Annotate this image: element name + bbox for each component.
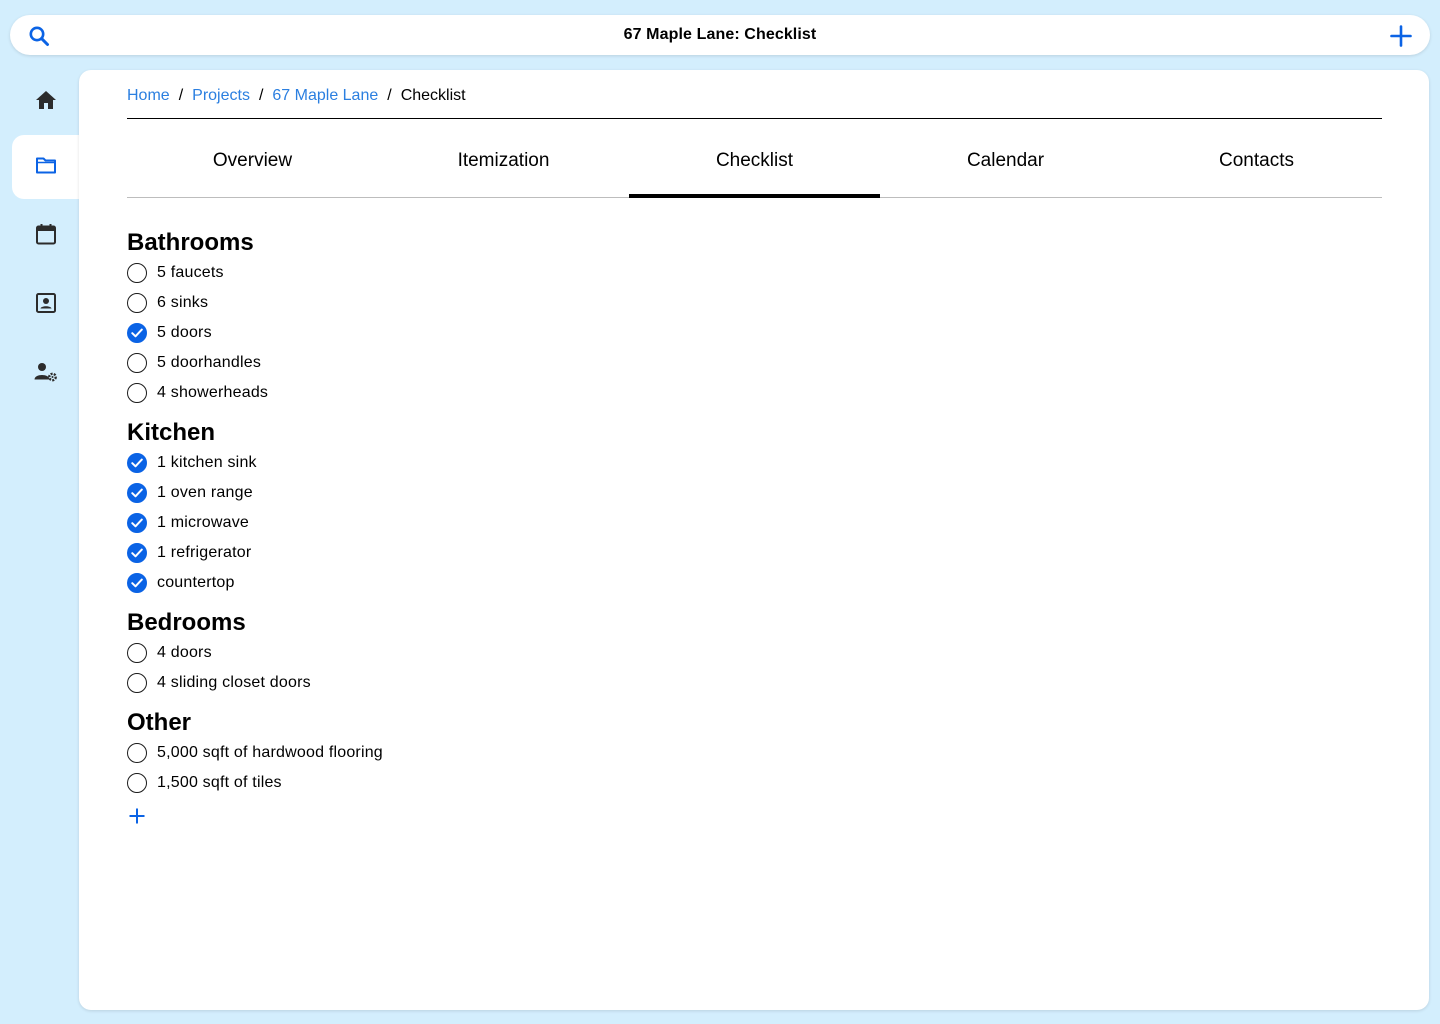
checklist-item[interactable]: 6 sinks	[127, 288, 383, 318]
calendar-icon	[34, 222, 58, 251]
checklist-item-label: 5,000 sqft of hardwood flooring	[157, 744, 383, 761]
checklist: Bathrooms 5 faucets 6 sinks 5 doors 5 doorha…	[127, 228, 383, 826]
folder-icon	[34, 153, 58, 182]
breadcrumb: Home / Projects / 67 Maple Lane / Checkl…	[127, 86, 466, 106]
breadcrumb-separator: /	[258, 87, 264, 104]
tab-bar: Overview Itemization Checklist Calendar …	[127, 130, 1382, 198]
checklist-item-label: 5 faucets	[157, 264, 224, 281]
breadcrumb-separator: /	[387, 87, 392, 104]
checklist-item-label: 5 doorhandles	[157, 354, 262, 371]
contact-card-icon	[34, 291, 58, 320]
tab-checklist[interactable]: Checklist	[629, 130, 880, 198]
section-title: Kitchen	[127, 419, 216, 446]
checklist-section: Other 5,000 sqft of hardwood flooring 1,50…	[127, 708, 383, 798]
checklist-item[interactable]: 1 refrigerator	[127, 538, 383, 568]
checklist-item-label: 1 refrigerator	[157, 544, 252, 561]
unchecked-circle-icon[interactable]	[127, 673, 147, 693]
checklist-item-label: 1,500 sqft of tiles	[157, 774, 282, 791]
checked-circle-icon[interactable]	[127, 323, 147, 343]
unchecked-circle-icon[interactable]	[127, 743, 147, 763]
checklist-section: Kitchen 1 kitchen sink 1 oven range 1 micro…	[127, 418, 383, 598]
checklist-item-label: 4 doors	[157, 644, 212, 661]
top-bar: 67 Maple Lane: Checklist	[10, 15, 1430, 55]
checklist-item[interactable]: 1 oven range	[127, 478, 383, 508]
unchecked-circle-icon[interactable]	[127, 263, 147, 283]
divider	[127, 118, 1382, 119]
breadcrumb-home[interactable]: Home	[127, 87, 170, 105]
user-settings-icon	[33, 360, 59, 389]
plus-icon[interactable]	[127, 806, 147, 826]
tab-overview[interactable]: Overview	[127, 130, 378, 197]
checklist-item[interactable]: 5,000 sqft of hardwood flooring	[127, 738, 383, 768]
tab-itemization[interactable]: Itemization	[378, 130, 629, 197]
checked-circle-icon[interactable]	[127, 513, 147, 533]
home-icon	[34, 88, 58, 117]
nav-item-projects[interactable]	[12, 135, 80, 199]
tab-calendar[interactable]: Calendar	[880, 130, 1131, 197]
unchecked-circle-icon[interactable]	[127, 293, 147, 313]
unchecked-circle-icon[interactable]	[127, 353, 147, 373]
checklist-item[interactable]: 4 showerheads	[127, 378, 383, 408]
breadcrumb-projects[interactable]: Projects	[192, 87, 250, 105]
checklist-item[interactable]: 4 sliding closet doors	[127, 668, 383, 698]
checked-circle-icon[interactable]	[127, 483, 147, 503]
breadcrumb-separator: /	[178, 87, 184, 104]
unchecked-circle-icon[interactable]	[127, 383, 147, 403]
checklist-section: Bathrooms 5 faucets 6 sinks 5 doors 5 doorha…	[127, 228, 383, 408]
checklist-item[interactable]: 1 kitchen sink	[127, 448, 383, 478]
plus-icon[interactable]	[1388, 23, 1414, 49]
checklist-item[interactable]: 1,500 sqft of tiles	[127, 768, 383, 798]
checked-circle-icon[interactable]	[127, 453, 147, 473]
checklist-item[interactable]: 5 doorhandles	[127, 348, 383, 378]
section-title: Other	[127, 709, 192, 736]
breadcrumb-project[interactable]: 67 Maple Lane	[272, 87, 378, 105]
nav-item-contacts[interactable]	[12, 273, 80, 337]
checklist-item-label: countertop	[157, 574, 235, 591]
checklist-item-label: 4 sliding closet doors	[157, 674, 311, 691]
page-title: 67 Maple Lane: Checklist	[623, 26, 817, 43]
section-title: Bedrooms	[127, 609, 246, 636]
breadcrumb-current: Checklist	[400, 87, 466, 104]
unchecked-circle-icon[interactable]	[127, 643, 147, 663]
checklist-item[interactable]: 1 microwave	[127, 508, 383, 538]
checklist-item-label: 1 oven range	[157, 484, 253, 501]
unchecked-circle-icon[interactable]	[127, 773, 147, 793]
checklist-item-label: 6 sinks	[157, 294, 209, 311]
checklist-item-label: 1 microwave	[157, 514, 250, 531]
nav-item-home[interactable]	[12, 70, 80, 134]
checklist-item[interactable]: 5 faucets	[127, 258, 383, 288]
checklist-item-label: 1 kitchen sink	[157, 454, 257, 471]
checklist-item[interactable]: 5 doors	[127, 318, 383, 348]
checked-circle-icon[interactable]	[127, 543, 147, 563]
checklist-item[interactable]: countertop	[127, 568, 383, 598]
checklist-item-label: 5 doors	[157, 324, 212, 341]
checklist-section: Bedrooms 4 doors 4 sliding closet doors	[127, 608, 383, 698]
nav-item-user-settings[interactable]	[12, 342, 80, 406]
tab-contacts[interactable]: Contacts	[1131, 130, 1382, 197]
nav-item-calendar[interactable]	[12, 204, 80, 268]
main-panel: Home / Projects / 67 Maple Lane / Checkl…	[79, 70, 1429, 1010]
checklist-item[interactable]: 4 doors	[127, 638, 383, 668]
checked-circle-icon[interactable]	[127, 573, 147, 593]
checklist-item-label: 4 showerheads	[157, 384, 269, 401]
section-title: Bathrooms	[127, 229, 254, 256]
